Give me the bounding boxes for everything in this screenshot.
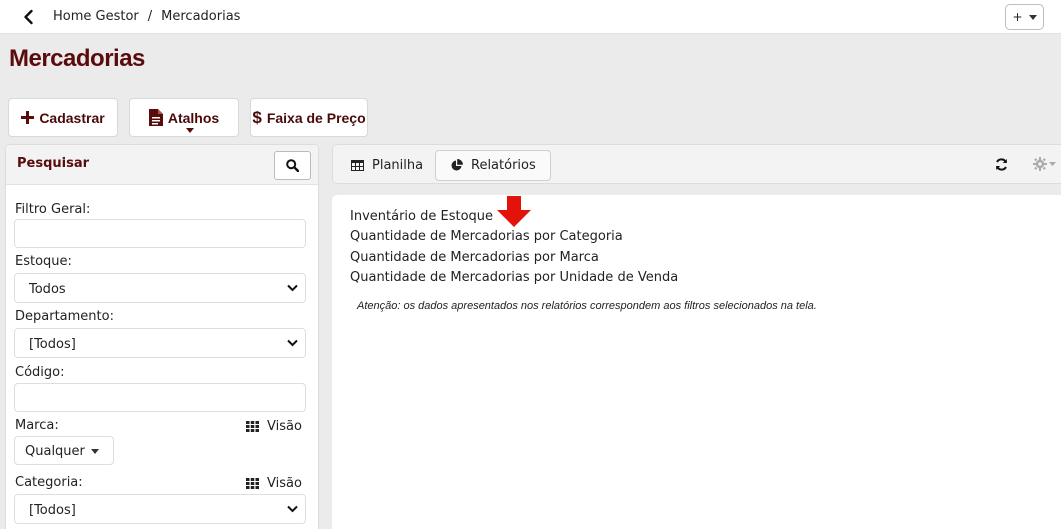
atalhos-button[interactable]: Atalhos	[129, 98, 239, 137]
marca-value: Qualquer	[25, 444, 85, 459]
search-button[interactable]	[274, 151, 311, 180]
marca-visao-label: Visão	[267, 419, 302, 434]
refresh-icon[interactable]	[995, 158, 1008, 175]
departamento-select[interactable]: [Todos]	[14, 328, 306, 358]
atalhos-caret-icon	[186, 128, 194, 133]
caret-down-icon	[1028, 14, 1037, 20]
report-link[interactable]: Quantidade de Mercadorias por Unidade de…	[350, 270, 678, 285]
dollar-icon: $	[252, 107, 262, 127]
chevron-down-icon	[287, 505, 298, 513]
file-icon	[148, 109, 163, 126]
codigo-input[interactable]	[14, 383, 306, 412]
search-icon	[286, 159, 299, 172]
codigo-label: Código:	[15, 365, 65, 380]
red-arrow-annotation-icon	[497, 196, 531, 227]
breadcrumb-separator: /	[147, 9, 153, 24]
chevron-down-icon	[287, 284, 298, 292]
categoria-value: [Todos]	[29, 503, 76, 518]
report-link[interactable]: Inventário de Estoque	[350, 209, 493, 224]
faixa-preco-button[interactable]: $ Faixa de Preço	[250, 98, 368, 137]
estoque-select[interactable]: Todos	[14, 273, 306, 303]
plus-label: +	[1012, 10, 1023, 24]
report-link[interactable]: Quantidade de Mercadorias por Categoria	[350, 229, 623, 244]
tab-planilha[interactable]: Planilha	[337, 150, 437, 181]
filter-panel: Pesquisar Filtro Geral: Estoque: Todos D…	[5, 144, 319, 529]
faixa-preco-label: Faixa de Preço	[266, 109, 366, 126]
departamento-value: [Todos]	[29, 337, 76, 352]
categoria-visao-label: Visão	[267, 476, 302, 491]
cadastrar-button[interactable]: Cadastrar	[8, 98, 118, 137]
breadcrumb-current: Mercadorias	[161, 9, 241, 24]
filter-panel-header: Pesquisar	[6, 145, 318, 185]
breadcrumb: Home Gestor / Mercadorias	[53, 9, 240, 24]
categoria-label: Categoria:	[15, 475, 83, 490]
grid-icon	[246, 421, 259, 432]
marca-dropdown[interactable]: Qualquer	[14, 436, 114, 465]
gear-icon[interactable]	[1033, 157, 1056, 171]
filter-panel-title: Pesquisar	[17, 156, 90, 171]
table-icon	[351, 160, 364, 171]
tab-relatorios-label: Relatórios	[471, 158, 536, 173]
breadcrumb-home[interactable]: Home Gestor	[53, 9, 139, 24]
grid-icon	[246, 478, 259, 489]
tab-planilha-label: Planilha	[372, 158, 424, 173]
back-chevron-icon[interactable]	[20, 8, 38, 26]
categoria-select[interactable]: [Todos]	[14, 494, 306, 524]
chevron-down-icon	[287, 339, 298, 347]
report-link[interactable]: Quantidade de Mercadorias por Marca	[350, 250, 599, 265]
marca-label: Marca:	[15, 418, 59, 433]
filtro-geral-input[interactable]	[14, 219, 306, 248]
pie-chart-icon	[451, 159, 463, 171]
cadastrar-label: Cadastrar	[39, 109, 105, 126]
add-menu-button[interactable]: +	[1005, 4, 1044, 30]
departamento-label: Departamento:	[15, 309, 114, 324]
categoria-visao-toggle[interactable]: Visão	[246, 476, 302, 491]
estoque-value: Todos	[29, 282, 66, 297]
attention-note: Atenção: os dados apresentados nos relat…	[357, 300, 817, 312]
top-bar: Home Gestor / Mercadorias +	[0, 0, 1061, 34]
page-title: Mercadorias	[9, 45, 145, 72]
caret-down-icon	[90, 449, 99, 454]
estoque-label: Estoque:	[15, 254, 72, 269]
reports-panel: Inventário de Estoque Quantidade de Merc…	[332, 195, 1061, 529]
plus-icon	[21, 111, 35, 124]
tab-relatorios[interactable]: Relatórios	[435, 150, 551, 181]
filtro-geral-label: Filtro Geral:	[15, 202, 91, 217]
tab-bar: Planilha Relatórios	[332, 144, 1061, 184]
marca-visao-toggle[interactable]: Visão	[246, 419, 302, 434]
atalhos-label: Atalhos	[167, 109, 220, 126]
